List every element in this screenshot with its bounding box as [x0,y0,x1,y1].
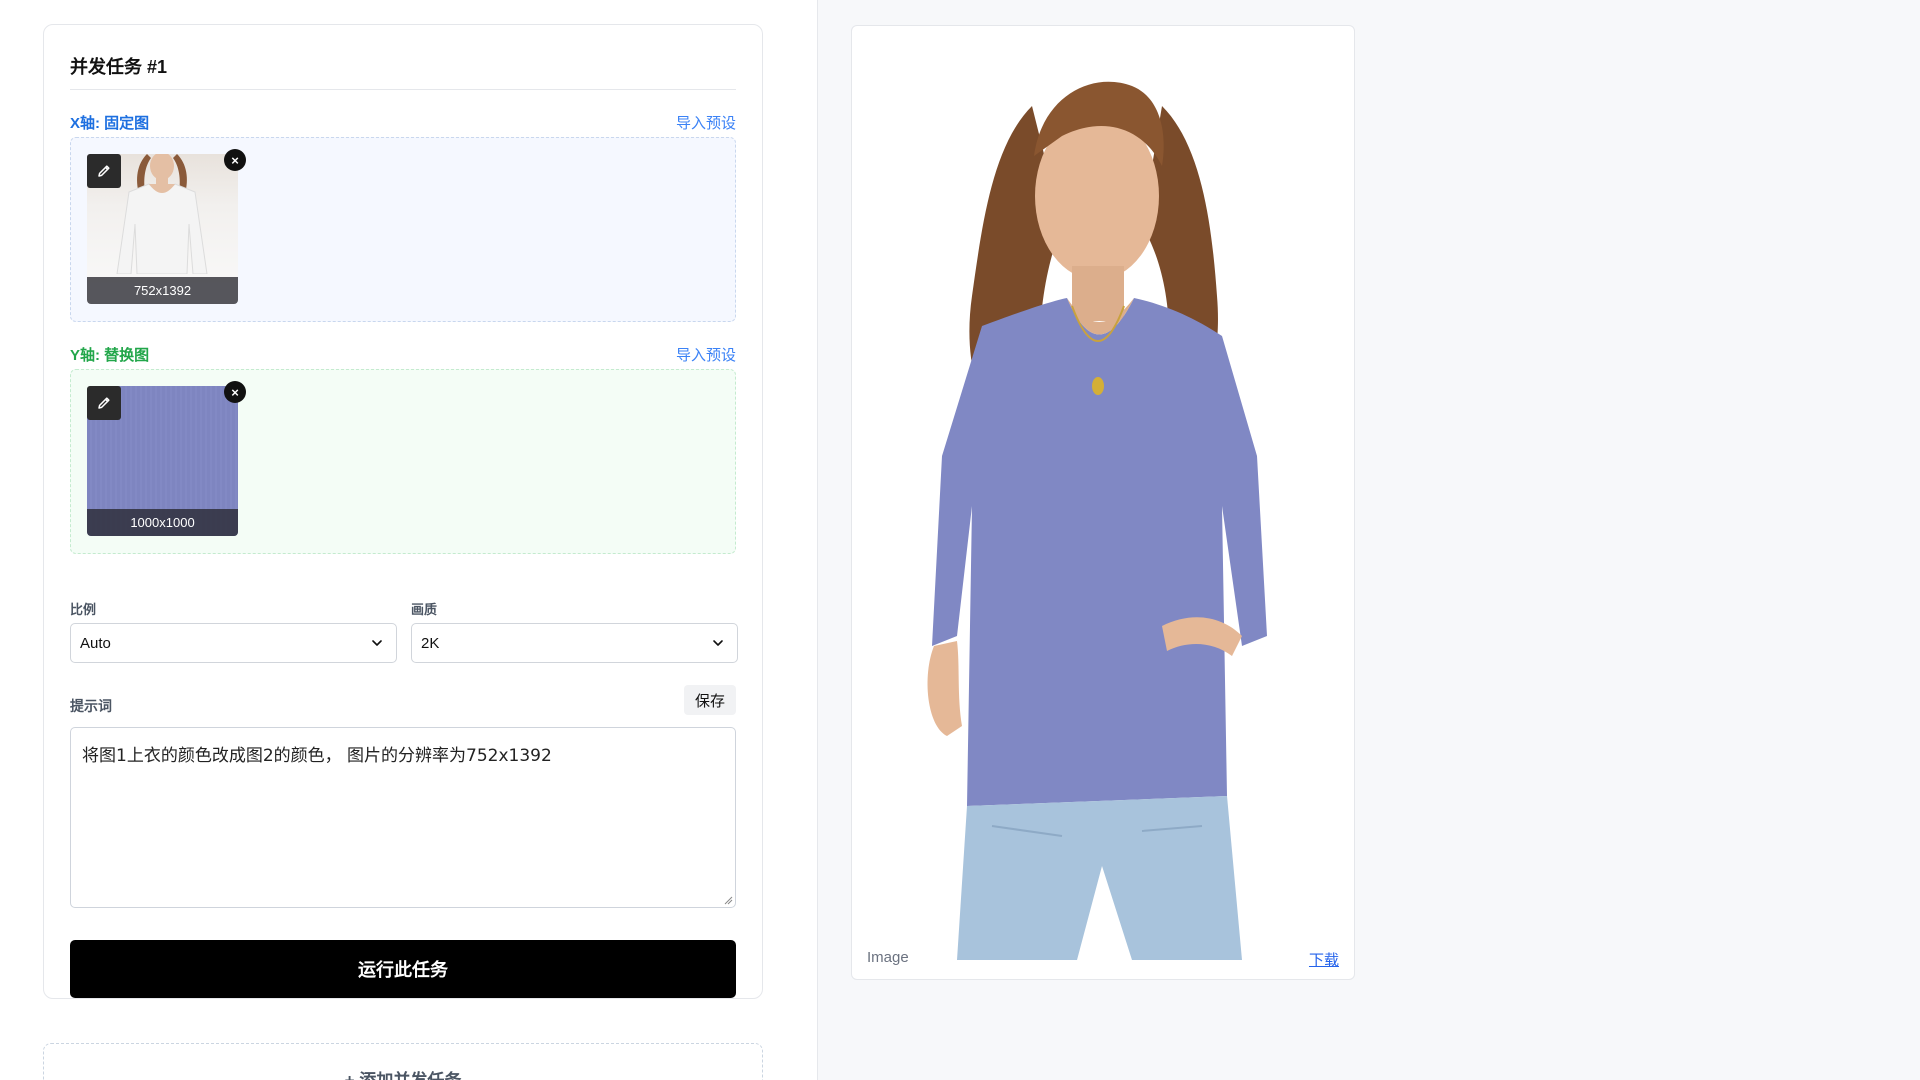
task-title: 并发任务 #1 [70,57,168,77]
chevron-down-icon [713,640,723,646]
x-image-resolution: 752x1392 [87,277,238,304]
save-prompt-button[interactable]: 保存 [684,685,736,715]
white-shirt-figure [116,154,208,274]
y-axis-label: Y轴: 替换图 [70,347,150,364]
prompt-text: 将图1上衣的颜色改成图2的颜色， 图片的分辨率为752x1392 [82,746,552,766]
result-card: Image 下载 [851,25,1355,980]
y-image-resolution: 1000x1000 [87,509,238,536]
download-link[interactable]: 下载 [1309,949,1339,970]
resize-handle-icon[interactable] [723,895,733,905]
ratio-select[interactable]: Auto [70,623,397,663]
ratio-label: 比例 [70,602,97,617]
x-import-preset-link[interactable]: 导入预设 [676,112,736,133]
pencil-icon [98,165,110,177]
result-label: Image [867,949,909,966]
run-task-button[interactable]: 运行此任务 [70,940,736,998]
chevron-down-icon [372,640,382,646]
task-card: 并发任务 #1 X轴: 固定图 导入预设 752x1392 × Y轴: 替换图 … [43,24,763,999]
task-panel: 并发任务 #1 X轴: 固定图 导入预设 752x1392 × Y轴: 替换图 … [0,0,817,1080]
x-edit-button[interactable] [87,154,121,188]
y-import-preset-link[interactable]: 导入预设 [676,344,736,365]
title-divider [70,89,736,90]
quality-select[interactable]: 2K [411,623,738,663]
ratio-value: Auto [80,634,111,652]
prompt-label: 提示词 [70,698,112,714]
prompt-textarea[interactable]: 将图1上衣的颜色改成图2的颜色， 图片的分辨率为752x1392 [70,727,736,908]
y-edit-button[interactable] [87,386,121,420]
pencil-icon [98,397,110,409]
y-remove-button[interactable]: × [224,381,246,403]
quality-value: 2K [421,634,440,652]
quality-label: 画质 [411,602,438,617]
close-icon: × [231,384,239,400]
add-task-button[interactable]: + 添加并发任务 [43,1043,763,1080]
x-axis-dropzone[interactable]: 752x1392 × [70,137,736,322]
x-remove-button[interactable]: × [224,149,246,171]
result-image[interactable] [862,36,1344,960]
close-icon: × [231,152,239,168]
y-axis-dropzone[interactable]: 1000x1000 × [70,369,736,554]
x-axis-label: X轴: 固定图 [70,115,150,132]
